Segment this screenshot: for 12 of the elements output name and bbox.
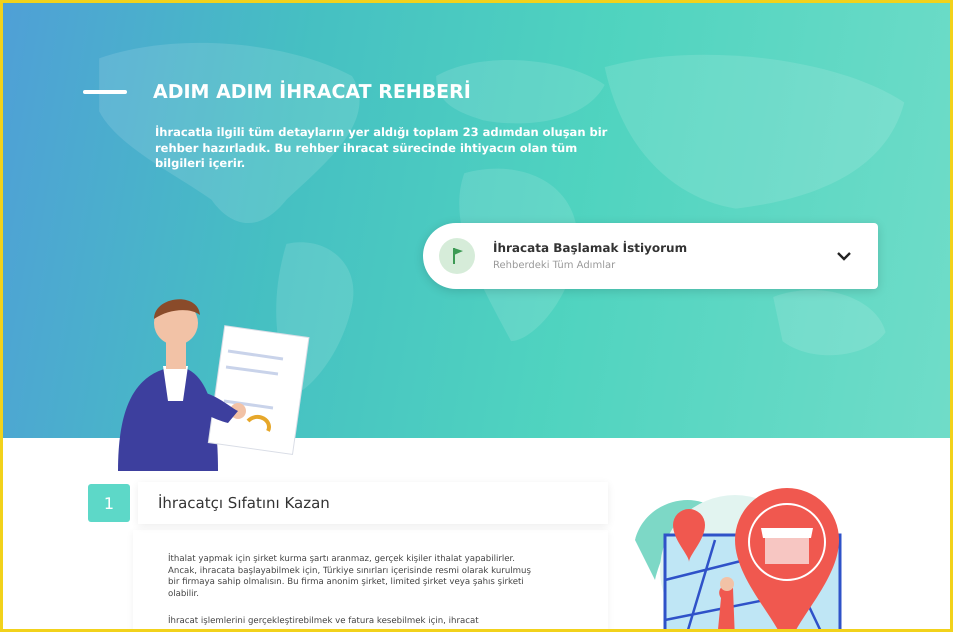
step-header[interactable]: İhracatçı Sıfatını Kazan	[138, 482, 608, 524]
dropdown-subtitle: Rehberdeki Tüm Adımlar	[493, 260, 616, 271]
step-paragraph: İthalat yapmak için şirket kurma şartı aranmaz, gerçek kişiler ithalat yapabilirler. Ancak, ihracata başlayabilmek için, Türkiye sınırları içerisinde resmi olarak kurulmuş bir firmaya sahip olmalısın. Bu firma anonim şirket, limited şirket veya şahıs şirketi olabilir.	[168, 554, 532, 600]
dropdown-title: İhracata Başlamak İstiyorum	[493, 241, 688, 255]
step-paragraph: İhracat işlemlerini gerçekleştirebilmek ve fatura kesebilmek için, ihracat	[168, 616, 480, 628]
title-rule	[83, 90, 127, 94]
step-number: 1	[88, 484, 130, 522]
chevron-icon	[836, 251, 852, 261]
step-title: İhracatçı Sıfatını Kazan	[158, 494, 330, 512]
hero-description: İhracatla ilgili tüm detayların yer aldığı toplam 23 adımdan oluşan bir rehber hazırladık. Bu rehber ihracat sürecinde ihtiyacın olan tüm bilgileri içerir.	[155, 125, 608, 172]
page-title: ADIM ADIM İHRACAT REHBERİ	[153, 81, 471, 103]
flag-icon	[439, 238, 475, 274]
